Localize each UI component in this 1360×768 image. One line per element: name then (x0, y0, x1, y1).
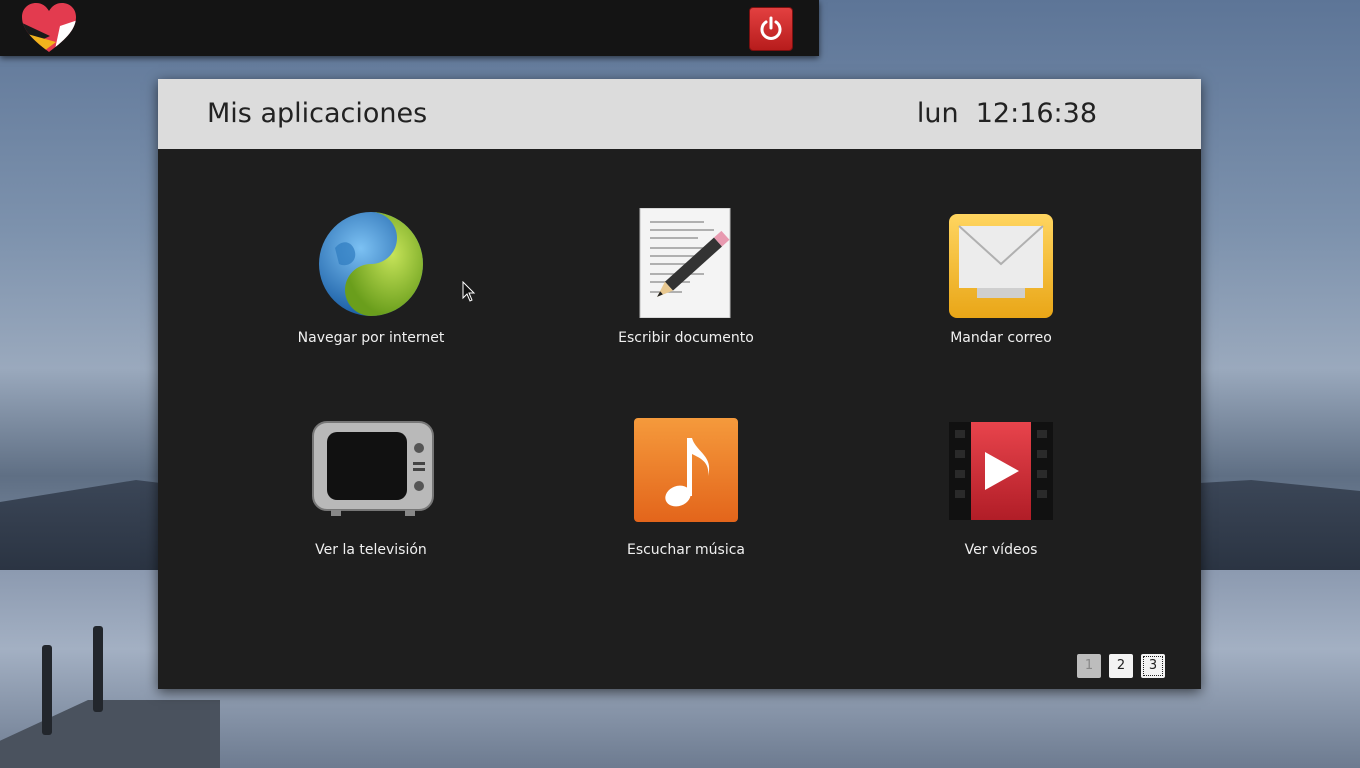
app-label: Navegar por internet (297, 330, 445, 346)
app-label: Mandar correo (950, 330, 1052, 346)
power-button[interactable] (749, 7, 793, 51)
page-button-2[interactable]: 2 (1109, 654, 1133, 678)
clock: lun 12:16:38 (916, 98, 1097, 129)
heart-logo-icon[interactable] (20, 2, 78, 54)
applications-window: Mis aplicaciones lun 12:16:38 Navegar po… (158, 79, 1201, 689)
music-note-icon (634, 418, 738, 528)
mail-icon (949, 208, 1053, 318)
app-mandar-correo[interactable]: Mandar correo (871, 208, 1131, 368)
window-title: Mis aplicaciones (207, 98, 428, 129)
app-label: Ver vídeos (964, 542, 1038, 558)
app-label: Escuchar música (626, 542, 746, 558)
globe-icon (319, 208, 423, 318)
page-button-1[interactable]: 1 (1077, 654, 1101, 678)
pagination: 123 (1069, 654, 1165, 678)
tv-icon (311, 418, 435, 528)
app-ver-la-television[interactable]: Ver la televisión (241, 418, 501, 578)
pier-post (42, 645, 52, 735)
window-header: Mis aplicaciones lun 12:16:38 (158, 79, 1201, 149)
document-pencil-icon (634, 207, 738, 319)
app-escuchar-musica[interactable]: Escuchar música (556, 418, 816, 578)
power-icon (760, 16, 782, 40)
app-label: Ver la televisión (315, 542, 427, 558)
app-ver-videos[interactable]: Ver vídeos (871, 418, 1131, 578)
pier-post (93, 626, 103, 712)
top-panel (0, 0, 819, 56)
video-play-icon (949, 418, 1053, 528)
app-label: Escribir documento (618, 330, 754, 346)
page-button-3[interactable]: 3 (1141, 654, 1165, 678)
app-escribir-documento[interactable]: Escribir documento (556, 207, 816, 368)
mouse-cursor-icon (462, 280, 476, 307)
